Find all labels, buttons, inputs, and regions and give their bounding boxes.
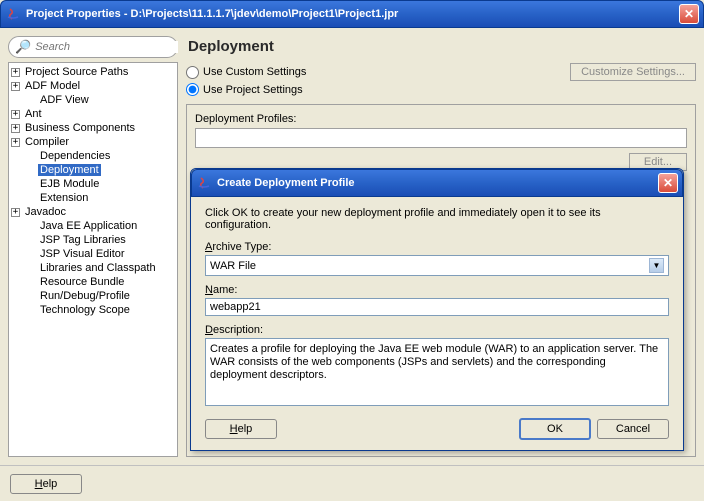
tree-expand-icon[interactable]: + <box>11 68 20 77</box>
main-bottom-bar: Help <box>0 465 704 501</box>
tree-item-label: Libraries and Classpath <box>38 262 158 274</box>
tree-item-libraries-and-classpath[interactable]: Libraries and Classpath <box>9 261 177 275</box>
dialog-buttons: Help OK Cancel <box>205 418 669 440</box>
tree-item-label: Project Source Paths <box>23 66 130 78</box>
tree-expand-icon[interactable]: + <box>11 208 20 217</box>
tree-item-label: JSP Tag Libraries <box>38 234 128 246</box>
profiles-list[interactable] <box>195 128 687 148</box>
tree-item-project-source-paths[interactable]: +Project Source Paths <box>9 65 177 79</box>
search-icon: 🔎 <box>15 39 31 55</box>
name-input-wrap <box>205 298 669 316</box>
dialog-help-button[interactable]: Help <box>205 419 277 439</box>
tree-item-adf-view[interactable]: ADF View <box>9 93 177 107</box>
tree-item-label: Compiler <box>23 136 71 148</box>
tree-item-label: Dependencies <box>38 150 112 162</box>
description-label: Description: <box>205 324 669 336</box>
dialog-title: Create Deployment Profile <box>217 177 658 189</box>
cancel-button[interactable]: Cancel <box>597 419 669 439</box>
use-project-radio[interactable] <box>186 83 199 96</box>
left-panel: 🔎 +Project Source Paths+ADF ModelADF Vie… <box>8 36 178 457</box>
tree-expand-icon[interactable]: + <box>11 82 20 91</box>
tree-item-run-debug-profile[interactable]: Run/Debug/Profile <box>9 289 177 303</box>
tree-item-adf-model[interactable]: +ADF Model <box>9 79 177 93</box>
category-tree[interactable]: +Project Source Paths+ADF ModelADF View+… <box>8 62 178 457</box>
app-icon <box>5 6 21 22</box>
tree-item-javadoc[interactable]: +Javadoc <box>9 205 177 219</box>
use-custom-row: Use Custom Settings Customize Settings..… <box>186 63 696 81</box>
tree-item-java-ee-application[interactable]: Java EE Application <box>9 219 177 233</box>
description-box: Creates a profile for deploying the Java… <box>205 338 669 406</box>
window-title: Project Properties - D:\Projects\11.1.1.… <box>26 8 679 20</box>
tree-item-label: Business Components <box>23 122 137 134</box>
name-label: Name: <box>205 284 669 296</box>
tree-item-compiler[interactable]: +Compiler <box>9 135 177 149</box>
tree-item-label: ADF Model <box>23 80 82 92</box>
dialog-close-button[interactable]: ✕ <box>658 173 678 193</box>
section-heading: Deployment <box>188 38 696 55</box>
tree-item-label: Resource Bundle <box>38 276 126 288</box>
name-input[interactable] <box>210 301 664 313</box>
tree-item-label: Deployment <box>38 164 101 176</box>
tree-item-label: Extension <box>38 192 90 204</box>
profiles-label: Deployment Profiles: <box>195 113 687 125</box>
tree-item-label: Java EE Application <box>38 220 139 232</box>
tree-item-ejb-module[interactable]: EJB Module <box>9 177 177 191</box>
archive-type-value: WAR File <box>210 260 256 272</box>
combo-arrow-icon: ▼ <box>649 258 664 273</box>
use-custom-radio[interactable] <box>186 66 199 79</box>
tree-item-ant[interactable]: +Ant <box>9 107 177 121</box>
tree-expand-icon[interactable]: + <box>11 110 20 119</box>
dialog-message: Click OK to create your new deployment p… <box>205 207 669 231</box>
tree-item-jsp-visual-editor[interactable]: JSP Visual Editor <box>9 247 177 261</box>
use-custom-label: Use Custom Settings <box>203 66 306 78</box>
tree-item-dependencies[interactable]: Dependencies <box>9 149 177 163</box>
tree-item-technology-scope[interactable]: Technology Scope <box>9 303 177 317</box>
search-box[interactable]: 🔎 <box>8 36 178 58</box>
tree-expand-icon[interactable]: + <box>11 124 20 133</box>
tree-item-label: EJB Module <box>38 178 101 190</box>
archive-type-combo[interactable]: WAR File ▼ <box>205 255 669 276</box>
tree-item-label: Technology Scope <box>38 304 132 316</box>
tree-item-jsp-tag-libraries[interactable]: JSP Tag Libraries <box>9 233 177 247</box>
use-project-row: Use Project Settings <box>186 83 696 96</box>
tree-item-label: Ant <box>23 108 44 120</box>
window-close-button[interactable]: ✕ <box>679 4 699 24</box>
tree-expand-icon[interactable]: + <box>11 138 20 147</box>
customize-settings-button[interactable]: Customize Settings... <box>570 63 696 81</box>
tree-item-label: ADF View <box>38 94 91 106</box>
tree-item-resource-bundle[interactable]: Resource Bundle <box>9 275 177 289</box>
tree-item-deployment[interactable]: Deployment <box>9 163 177 177</box>
search-input[interactable] <box>35 41 178 53</box>
main-titlebar: Project Properties - D:\Projects\11.1.1.… <box>0 0 704 28</box>
ok-button[interactable]: OK <box>519 418 591 440</box>
dialog-body: Click OK to create your new deployment p… <box>191 197 683 450</box>
archive-type-label: Archive Type: <box>205 241 669 253</box>
tree-item-label: Javadoc <box>23 206 68 218</box>
tree-item-business-components[interactable]: +Business Components <box>9 121 177 135</box>
create-deployment-dialog: Create Deployment Profile ✕ Click OK to … <box>190 168 684 451</box>
main-help-button[interactable]: Help <box>10 474 82 494</box>
dialog-app-icon <box>196 175 212 191</box>
dialog-titlebar: Create Deployment Profile ✕ <box>191 169 683 197</box>
tree-item-label: Run/Debug/Profile <box>38 290 132 302</box>
use-project-label: Use Project Settings <box>203 84 303 96</box>
tree-item-extension[interactable]: Extension <box>9 191 177 205</box>
tree-item-label: JSP Visual Editor <box>38 248 127 260</box>
